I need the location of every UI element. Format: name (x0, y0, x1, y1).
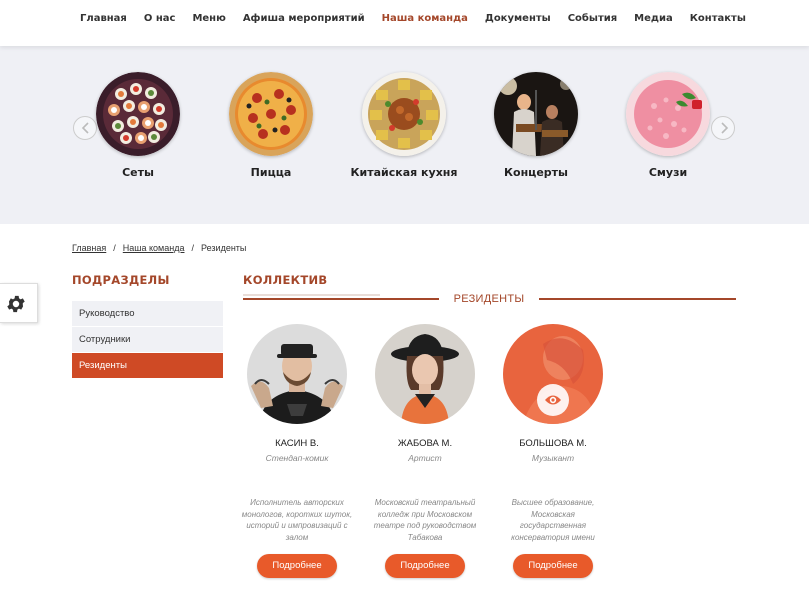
preview-button[interactable] (537, 384, 569, 416)
member-photo[interactable] (247, 324, 347, 424)
member-description: Высшее образование, Московская государст… (511, 498, 595, 542)
gear-icon (7, 295, 25, 313)
breadcrumb-separator: / (113, 243, 116, 253)
category-label: Сеты (122, 166, 154, 179)
member-description: Исполнитель авторских монологов, коротки… (241, 498, 353, 542)
category-pizza[interactable]: Пицца (211, 72, 331, 179)
nav-item-media[interactable]: Медиа (634, 13, 673, 24)
top-navigation: Главная О нас Меню Афиша мероприятий Наш… (0, 0, 809, 46)
member-name: БОЛЬШОВА М. (519, 438, 587, 449)
member-name: КАСИН В. (275, 438, 319, 449)
nav-item-events-poster[interactable]: Афиша мероприятий (243, 13, 365, 24)
chevron-right-icon (721, 122, 729, 134)
nav-item-menu[interactable]: Меню (192, 13, 225, 24)
category-image-sets (96, 72, 180, 156)
breadcrumb-home[interactable]: Главная (72, 243, 106, 253)
nav-item-our-team[interactable]: Наша команда (382, 13, 468, 24)
title-underline (243, 294, 380, 296)
more-button[interactable]: Подробнее (513, 554, 593, 578)
member-role: Музыкант (531, 453, 575, 463)
more-button[interactable]: Подробнее (257, 554, 337, 578)
nav-item-contacts[interactable]: Контакты (690, 13, 746, 24)
member-name: ЖАБОВА М. (397, 438, 453, 449)
category-label: Концерты (504, 166, 568, 179)
breadcrumb-current: Резиденты (201, 243, 247, 253)
category-carousel: Сеты Пицца Китайская кухня Концерты Смуз… (0, 46, 809, 224)
member-role: Стендап-комик (265, 453, 329, 463)
settings-button[interactable] (0, 283, 38, 323)
breadcrumb-our-team[interactable]: Наша команда (123, 243, 185, 253)
sidebar-item-residents[interactable]: Резиденты (72, 353, 223, 379)
carousel-next-button[interactable] (711, 116, 735, 140)
section-title: РЕЗИДЕНТЫ (453, 293, 525, 305)
category-concerts[interactable]: Концерты (476, 72, 596, 179)
more-button[interactable]: Подробнее (385, 554, 465, 578)
section-divider-right (539, 298, 736, 300)
team-member-card: ЖАБОВА М. Артист Московский театральный … (360, 324, 490, 578)
member-photo[interactable] (375, 324, 475, 424)
category-image-chinese (362, 72, 446, 156)
sidebar-title: ПОДРАЗДЕЛЫ (72, 273, 170, 287)
sidebar-item-staff[interactable]: Сотрудники (72, 327, 223, 353)
eye-icon (545, 395, 561, 405)
member-photo[interactable] (503, 324, 603, 424)
category-label: Пицца (250, 166, 292, 179)
sidebar-menu: Руководство Сотрудники Резиденты (72, 301, 223, 379)
category-sets[interactable]: Сеты (78, 72, 198, 179)
category-image-pizza (229, 72, 313, 156)
category-chinese[interactable]: Китайская кухня (344, 72, 464, 179)
section-divider-left (243, 298, 439, 300)
page-title: КОЛЛЕКТИВ (243, 273, 328, 287)
member-description: Московский театральный колледж при Моско… (373, 498, 477, 542)
team-member-card: КАСИН В. Стендап-комик Исполнитель автор… (232, 324, 362, 578)
breadcrumb-separator: / (191, 243, 194, 253)
member-role: Артист (408, 453, 442, 463)
category-label: Китайская кухня (350, 166, 458, 179)
nav-item-documents[interactable]: Документы (485, 13, 551, 24)
category-label: Смузи (648, 166, 688, 179)
nav-item-events[interactable]: События (568, 13, 617, 24)
sidebar-item-management[interactable]: Руководство (72, 301, 223, 327)
team-member-card: БОЛЬШОВА М. Музыкант Высшее образование,… (488, 324, 618, 578)
nav-menu: Главная О нас Меню Афиша мероприятий Наш… (80, 13, 763, 24)
category-image-concerts (494, 72, 578, 156)
nav-item-home[interactable]: Главная (80, 13, 127, 24)
category-image-smoothie (626, 72, 710, 156)
breadcrumb: Главная / Наша команда / Резиденты (72, 243, 246, 253)
nav-item-about[interactable]: О нас (144, 13, 176, 24)
category-smoothie[interactable]: Смузи (608, 72, 728, 179)
